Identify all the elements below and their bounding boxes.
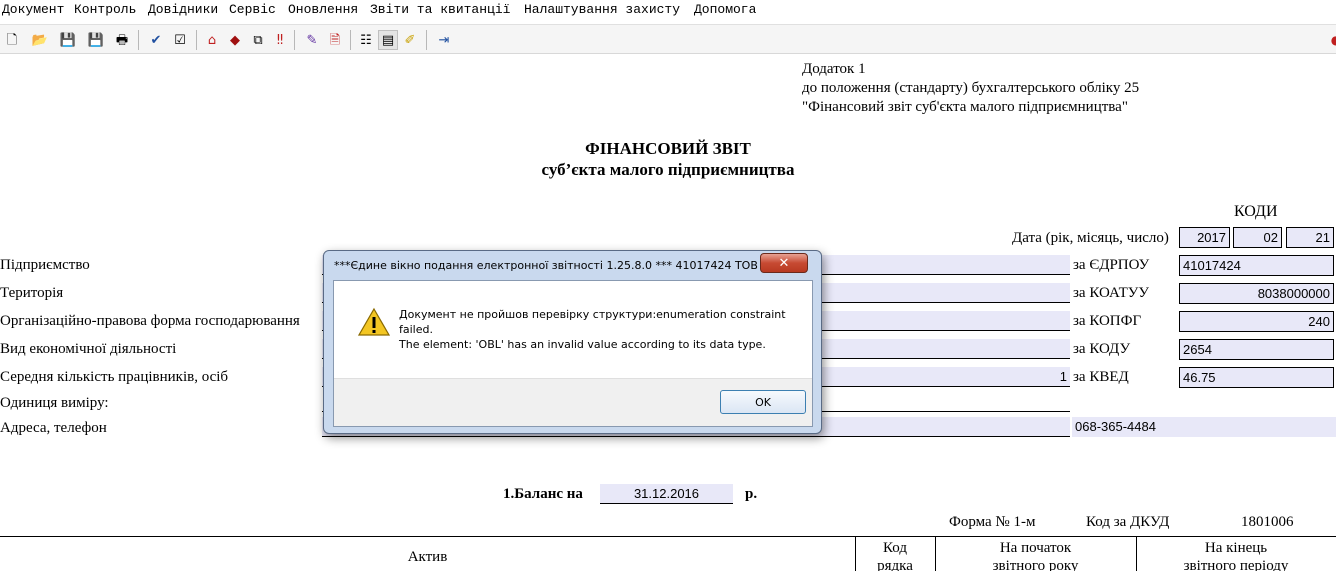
col-start-1: На початок <box>999 540 1072 556</box>
balance-table-header: Актив Код рядка На початок звітного року… <box>0 536 1336 571</box>
toolbar-separator <box>426 30 427 50</box>
menu-service[interactable]: Сервіс <box>229 2 276 17</box>
open-folder-icon[interactable]: 📂 <box>30 30 50 50</box>
error-list-icon[interactable]: ‼ <box>270 30 290 50</box>
edrpou-label: за ЄДРПОУ <box>1073 257 1150 273</box>
kodu-code-field[interactable]: 2654 <box>1179 339 1334 360</box>
appendix-line-3: "Фінансовий звіт суб'єкта малого підприє… <box>802 99 1128 115</box>
toolbar-separator <box>138 30 139 50</box>
copy-icon[interactable]: ⧉ <box>248 30 268 50</box>
toolbar-separator <box>294 30 295 50</box>
check-document-icon[interactable]: ☑ <box>170 30 190 50</box>
col-end-1: На кінець <box>1204 540 1268 556</box>
employees-label: Середня кількість працівників, осіб <box>0 369 229 385</box>
col-code-1: Код <box>883 540 907 556</box>
toolbar-separator <box>350 30 351 50</box>
koatuu-code-field[interactable]: 8038000000 <box>1179 283 1334 304</box>
save-all-icon[interactable]: 💾 <box>86 30 106 50</box>
edit-document-icon[interactable]: ▤ <box>378 30 398 50</box>
toolbar-separator <box>196 30 197 50</box>
menu-security-settings[interactable]: Налаштування захисту <box>524 2 680 17</box>
form-number-label: Форма № 1-м <box>949 514 1036 530</box>
menu-directories[interactable]: Довідники <box>148 2 218 17</box>
territory-label: Територія <box>0 285 64 301</box>
kved-label: за КВЕД <box>1073 369 1129 385</box>
sign-icon[interactable]: ✎ <box>302 30 322 50</box>
legal-form-label: Організаційно-правова форма господарюван… <box>0 313 300 329</box>
col-end-2: звітного періоду <box>1183 558 1289 571</box>
dialog-footer: OK <box>334 378 812 426</box>
balance-label: 1.Баланс на <box>503 486 583 502</box>
dialog-message: Документ не пройшов перевірку структури:… <box>399 307 799 352</box>
balance-date-field[interactable]: 31.12.2016 <box>600 484 733 504</box>
new-document-icon[interactable]: 🗋 <box>2 30 22 50</box>
edrpou-code-field[interactable]: 41017424 <box>1179 255 1334 276</box>
date-day-field[interactable]: 21 <box>1286 227 1334 248</box>
report-title: ФІНАНСОВИЙ ЗВІТ <box>585 139 751 158</box>
date-label: Дата (рік, місяць, число) <box>1012 230 1169 246</box>
phone-field[interactable]: 068-365-4484 <box>1072 417 1336 437</box>
dialog-message-line: failed. <box>399 323 433 336</box>
book-icon[interactable]: ◆ <box>225 30 245 50</box>
error-dialog: ***Єдине вікно подання електронної звітн… <box>323 250 822 434</box>
menu-help[interactable]: Допомога <box>694 2 756 17</box>
kved-code-field[interactable]: 46.75 <box>1179 367 1334 388</box>
document-icon[interactable]: 🗎 <box>325 30 345 50</box>
dkud-label: Код за ДКУД <box>1086 514 1170 530</box>
address-label: Адреса, телефон <box>0 420 107 436</box>
activity-type-label: Вид економічної діяльності <box>0 341 177 357</box>
col-start-2: звітного року <box>992 558 1079 571</box>
dialog-message-line: The element: 'OBL' has an invalid value … <box>399 338 766 351</box>
kodu-label: за КОДУ <box>1073 341 1131 357</box>
col-code-2: рядка <box>877 558 913 571</box>
menu-reports[interactable]: Звіти та квитанції <box>370 2 510 17</box>
properties-icon[interactable]: ☷ <box>356 30 376 50</box>
check-icon[interactable]: ✔ <box>146 30 166 50</box>
appendix-line-2: до положення (стандарту) бухгалтерського… <box>802 80 1140 96</box>
home-icon[interactable]: ⌂ <box>202 30 222 50</box>
koatuu-label: за КОАТУУ <box>1073 285 1149 301</box>
codes-heading: КОДИ <box>1234 203 1278 220</box>
report-subtitle: суб’єкта малого підприємництва <box>541 160 795 179</box>
exit-icon[interactable]: ⇥ <box>434 30 454 50</box>
print-icon[interactable]: 🖶 <box>112 30 132 50</box>
highlight-icon[interactable]: ✐ <box>400 30 420 50</box>
enterprise-label: Підприємство <box>0 257 90 273</box>
kopfg-code-field[interactable]: 240 <box>1179 311 1334 332</box>
date-month-field[interactable]: 02 <box>1233 227 1282 248</box>
balance-year-suffix: р. <box>745 486 758 502</box>
date-year-field[interactable]: 2017 <box>1179 227 1230 248</box>
kopfg-label: за КОПФГ <box>1073 313 1142 329</box>
dialog-close-button[interactable]: ✕ <box>760 253 808 273</box>
col-asset: Актив <box>407 549 448 565</box>
menu-control[interactable]: Контроль <box>74 2 136 17</box>
toolbar: 🗋 📂 💾 💾 🖶 ✔ ☑ ⌂ ◆ ⧉ ‼ ✎ 🗎 ☷ ▤ ✐ ⇥ ● <box>0 24 1336 54</box>
unit-label: Одиниця виміру: <box>0 395 109 411</box>
dialog-body: Документ не пройшов перевірку структури:… <box>333 280 813 427</box>
save-icon[interactable]: 💾 <box>58 30 78 50</box>
dialog-title: ***Єдине вікно подання електронної звітн… <box>334 259 791 272</box>
close-document-icon[interactable]: ● <box>1326 30 1336 50</box>
ok-button[interactable]: OK <box>720 390 806 414</box>
appendix-line-1: Додаток 1 <box>802 61 866 77</box>
warning-icon <box>358 307 390 336</box>
dialog-message-line: Документ не пройшов перевірку структури:… <box>399 308 786 321</box>
menu-bar: Документ Контроль Довідники Сервіс Оновл… <box>0 0 1336 20</box>
dkud-code: 1801006 <box>1241 514 1294 530</box>
menu-document[interactable]: Документ <box>2 2 64 17</box>
menu-updates[interactable]: Оновлення <box>288 2 358 17</box>
